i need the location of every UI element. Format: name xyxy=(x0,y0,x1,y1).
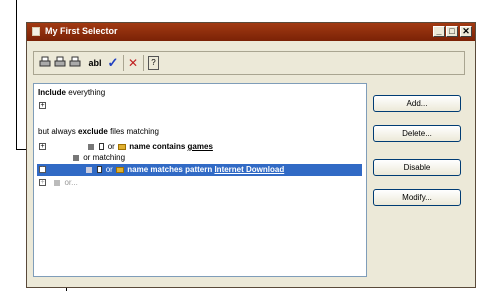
matching-label: matching xyxy=(92,153,126,162)
title-bar[interactable]: My First Selector _ □ ✕ xyxy=(27,23,475,41)
include-rest: everything xyxy=(68,88,106,97)
node-grip-icon xyxy=(88,143,95,150)
delete-button[interactable]: Delete... xyxy=(373,125,461,142)
printer-icon[interactable] xyxy=(69,56,81,70)
help-icon[interactable]: ? xyxy=(148,56,159,70)
rule-text: name contains xyxy=(129,142,186,151)
document-icon xyxy=(99,143,105,151)
window-title: My First Selector xyxy=(45,26,118,36)
add-button[interactable]: Add... xyxy=(373,95,461,112)
rule-value-link[interactable]: Internet Download xyxy=(214,165,284,174)
include-label: Include xyxy=(38,88,67,97)
folder-icon xyxy=(118,143,127,150)
printer-icon[interactable] xyxy=(54,56,66,70)
or-label: or xyxy=(105,165,113,174)
selector-tree[interactable]: Include everything + but always exclude … xyxy=(33,83,367,277)
toolbar: abl ✓ ✕ ? xyxy=(33,51,465,75)
include-add-row: + xyxy=(39,100,46,112)
expand-plus-icon[interactable]: + xyxy=(39,166,46,174)
printer-icon[interactable] xyxy=(39,56,51,70)
delete-icon[interactable]: ✕ xyxy=(127,56,139,70)
node-grip-icon xyxy=(73,154,79,161)
rule-value-link[interactable]: games xyxy=(188,142,213,151)
toolbar-separator xyxy=(143,55,144,71)
or-label: or xyxy=(83,153,91,162)
disable-button[interactable]: Disable xyxy=(373,159,461,176)
text-field-icon[interactable]: abl xyxy=(86,56,104,70)
maximize-button[interactable]: □ xyxy=(446,26,458,37)
app-icon xyxy=(32,27,40,36)
or-label: or xyxy=(107,142,115,151)
node-grip-icon xyxy=(86,166,93,173)
expand-plus-icon[interactable]: + xyxy=(39,179,46,187)
rule-row-internet-download[interactable]: + or name matches pattern Internet Downl… xyxy=(37,164,362,176)
minimize-button[interactable]: _ xyxy=(433,26,445,37)
expand-plus-icon[interactable]: + xyxy=(39,102,46,110)
add-or-row[interactable]: + or... xyxy=(39,177,78,189)
modify-button[interactable]: Modify... xyxy=(373,189,461,206)
document-icon xyxy=(97,166,103,174)
or-matching-row: or matching xyxy=(71,152,125,164)
exclude-label: exclude xyxy=(78,127,108,136)
exclude-post: files matching xyxy=(110,127,159,136)
check-icon[interactable]: ✓ xyxy=(106,56,120,70)
rule-text: name matches pattern xyxy=(127,165,213,174)
selector-window: My First Selector _ □ ✕ abl ✓ ✕ ? Includ… xyxy=(26,22,476,288)
node-grip-icon xyxy=(54,179,61,186)
include-row: Include everything xyxy=(38,87,105,99)
exclude-row: but always exclude files matching xyxy=(38,126,159,138)
callout-line-top xyxy=(16,0,17,150)
rule-row-games[interactable]: + or name contains games xyxy=(39,141,213,153)
close-button[interactable]: ✕ xyxy=(460,26,472,37)
or-placeholder: or... xyxy=(64,178,78,187)
folder-icon xyxy=(116,166,125,173)
exclude-pre: but always xyxy=(38,127,76,136)
toolbar-separator xyxy=(123,55,124,71)
expand-plus-icon[interactable]: + xyxy=(39,143,46,151)
